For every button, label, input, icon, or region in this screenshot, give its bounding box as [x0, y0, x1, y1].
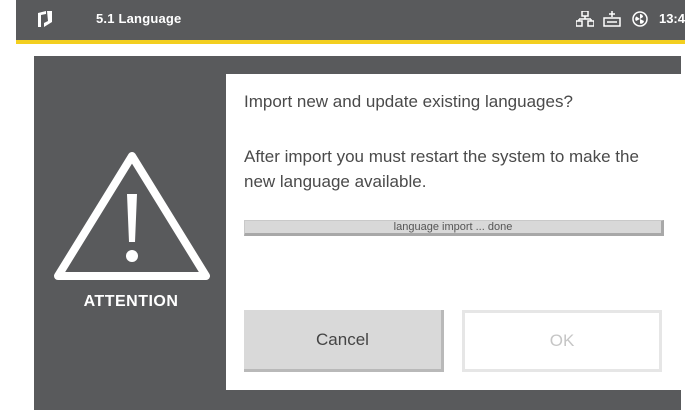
clock: 13:4 — [658, 11, 685, 27]
network-icon — [574, 10, 595, 27]
dialog-message: After import you must restart the system… — [244, 147, 639, 191]
ok-button[interactable]: OK — [462, 310, 662, 372]
attention-label: ATTENTION — [83, 293, 179, 310]
usb-drive-icon — [603, 10, 621, 27]
import-dialog: Import new and update existing languages… — [226, 74, 681, 390]
import-progress-bar: language import ... done — [244, 220, 664, 236]
warning-triangle-icon — [52, 150, 212, 282]
screen-left-frame — [0, 0, 16, 420]
dialog-question: Import new and update existing languages… — [244, 92, 573, 111]
fan-icon — [631, 11, 649, 27]
screen-right-frame — [685, 0, 695, 420]
progress-text: language import ... done — [393, 221, 513, 233]
cancel-button[interactable]: Cancel — [244, 310, 444, 372]
app-logo-icon — [38, 11, 52, 27]
top-bar: 5.1 Language 13:4 — [16, 0, 685, 40]
status-area: 13:4 — [571, 10, 685, 30]
page-title: 5.1 Language — [96, 11, 182, 26]
